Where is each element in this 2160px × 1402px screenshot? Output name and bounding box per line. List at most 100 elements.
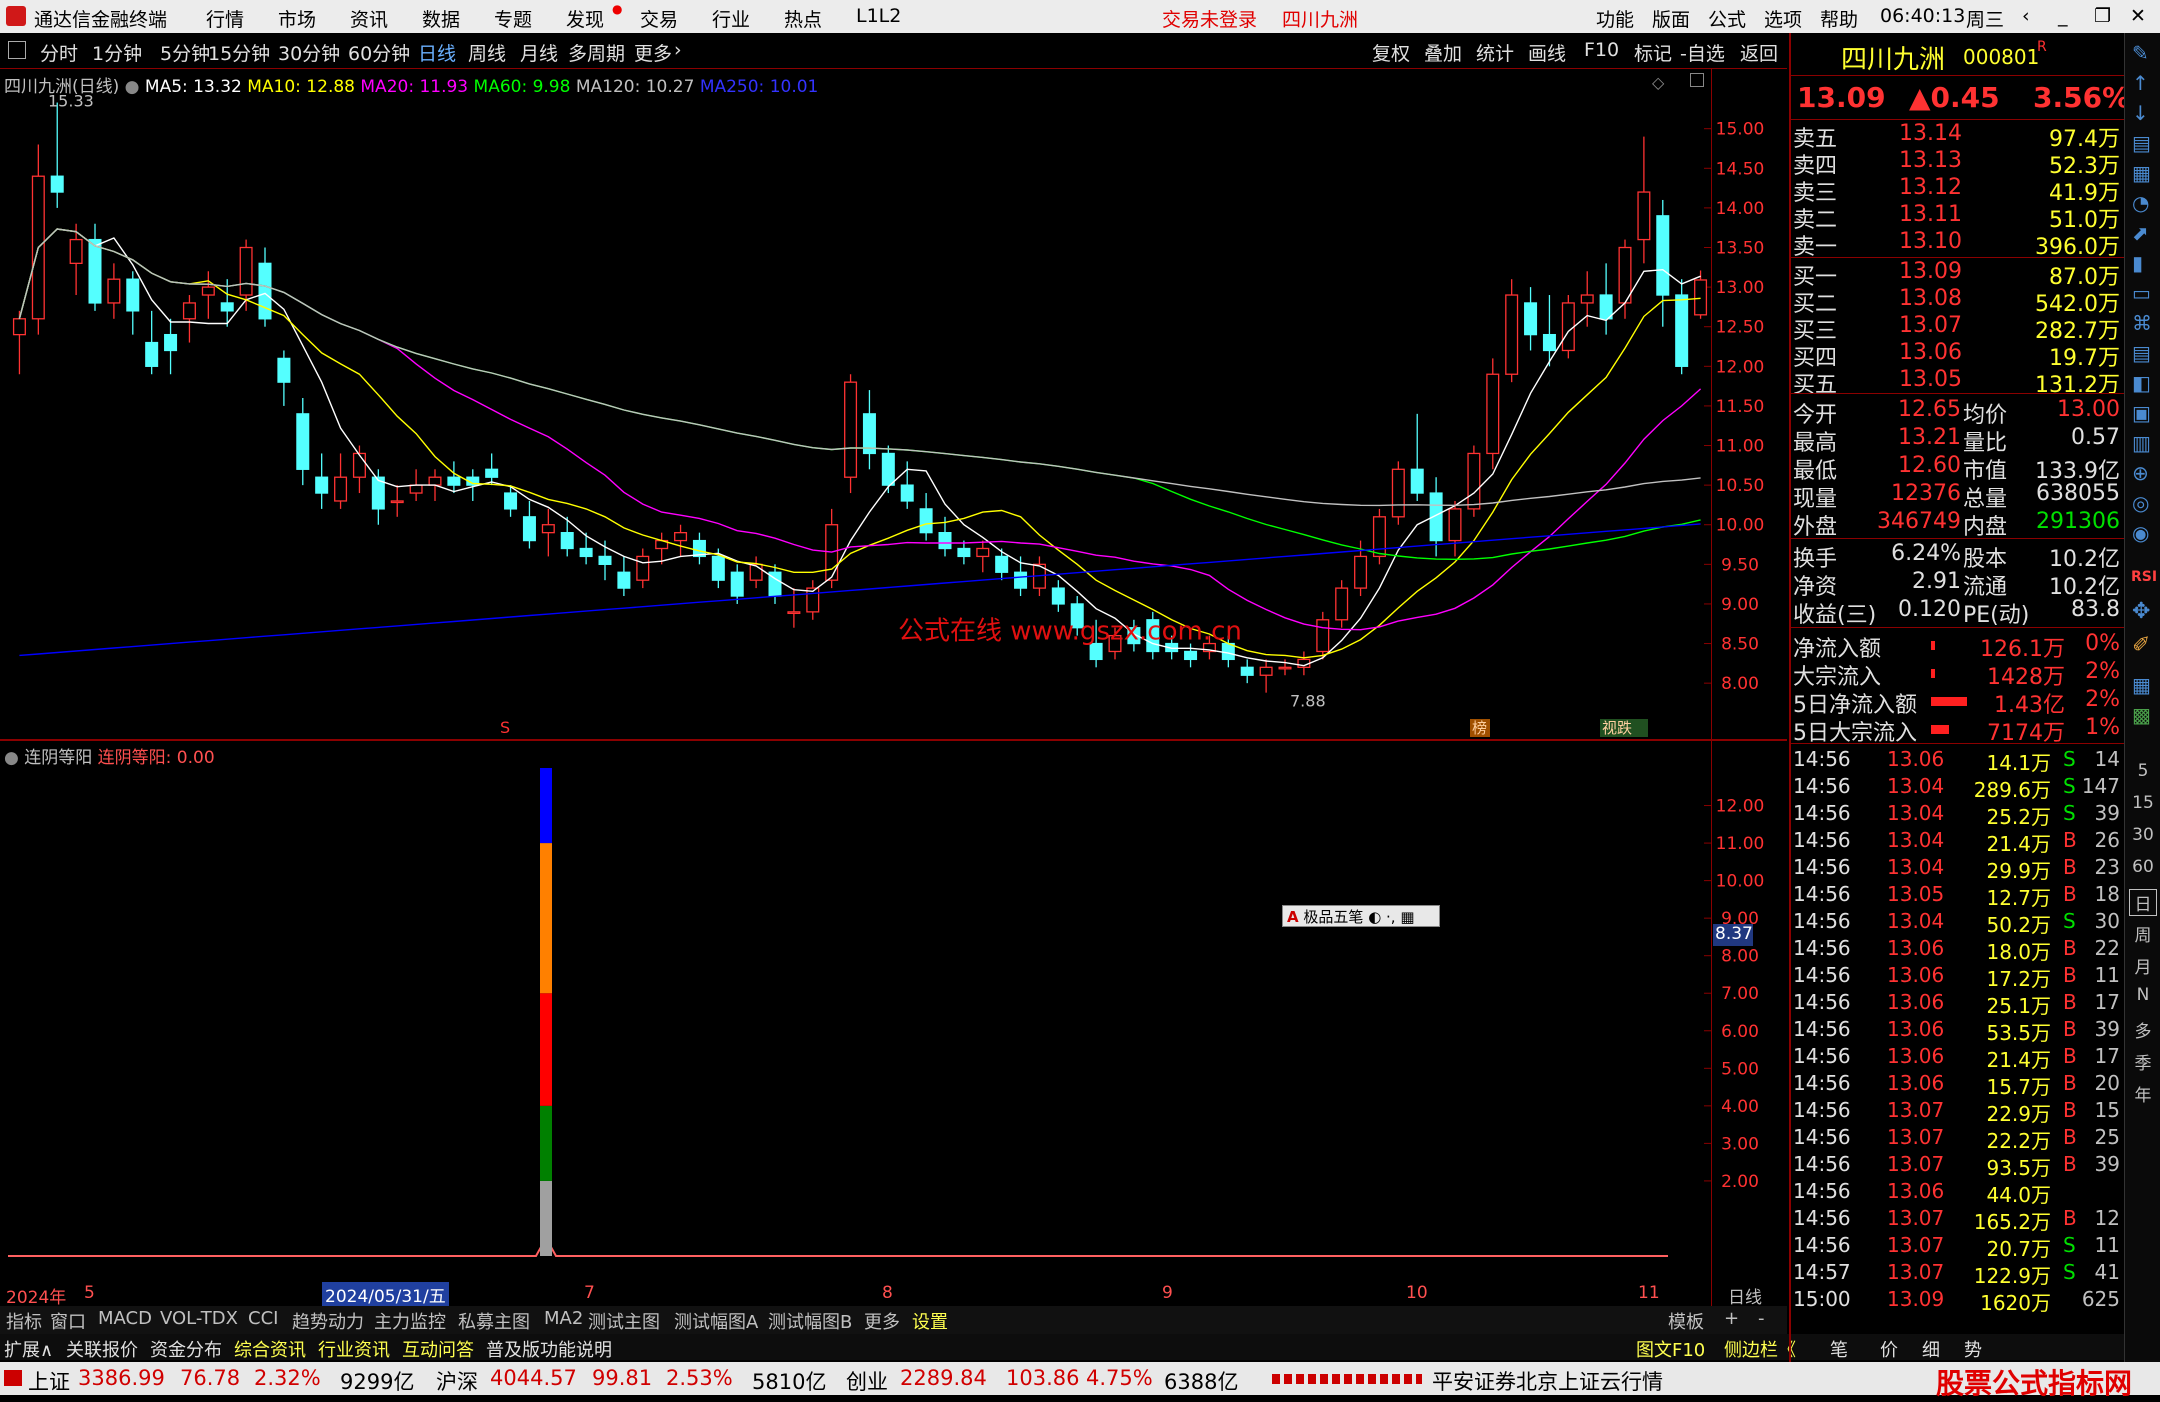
side-tool-icon[interactable]: ↓ (2132, 101, 2149, 125)
period-30min[interactable]: 30分钟 (278, 39, 340, 66)
tool-tongji[interactable]: 统计 (1476, 39, 1514, 66)
menu-jiaoyi[interactable]: 交易 (640, 5, 678, 32)
period-5min[interactable]: 5分钟 (160, 39, 210, 66)
bang-tag[interactable]: 榜 (1472, 719, 1487, 737)
menu-shichang[interactable]: 市场 (278, 5, 316, 32)
sz-label[interactable]: 沪深 (436, 1366, 478, 1396)
side-tool-icon[interactable]: ▥ (2132, 431, 2151, 455)
tab-settings[interactable]: 设置 (912, 1308, 948, 1334)
tool-f10[interactable]: F10 (1584, 39, 1619, 61)
tab-macd[interactable]: MACD (98, 1308, 152, 1329)
tab-hudong[interactable]: 互动问答 (402, 1336, 474, 1362)
menu-zixun[interactable]: 资讯 (350, 5, 388, 32)
tab-more[interactable]: 更多 (864, 1308, 900, 1334)
menu-banmian[interactable]: 版面 (1652, 5, 1690, 32)
tab-f10[interactable]: 图文F10 (1636, 1336, 1705, 1362)
side-tool-icon[interactable]: ⊕ (2132, 461, 2149, 485)
broker-label[interactable]: 平安证券北京上证云行情 (1432, 1366, 1663, 1396)
tab-ceshi-main[interactable]: 测试主图 (588, 1308, 660, 1334)
side-tool-icon[interactable]: ⬈ (2132, 221, 2149, 245)
bids-price[interactable]: 13.08 (1899, 286, 1962, 311)
tab-simu[interactable]: 私募主图 (458, 1308, 530, 1334)
tab-hangye[interactable]: 行业资讯 (318, 1336, 390, 1362)
menu-hangye[interactable]: 行业 (712, 5, 750, 32)
tab-ceshi-b[interactable]: 测试幅图B (768, 1308, 852, 1334)
side-period-9[interactable]: 季 (2129, 1049, 2157, 1074)
ime-a-icon[interactable]: A (1287, 908, 1299, 926)
indicator-dot-icon[interactable]: ● (4, 748, 19, 768)
menu-gongshi[interactable]: 公式 (1708, 5, 1746, 32)
bids-price[interactable]: 13.06 (1899, 340, 1962, 365)
side-tool-icon[interactable]: ▭ (2132, 281, 2151, 305)
tab-puji[interactable]: 普及版功能说明 (486, 1336, 612, 1362)
period-weekly[interactable]: 周线 (468, 39, 506, 66)
menu-redian[interactable]: 热点 (784, 5, 822, 32)
asks-price[interactable]: 13.12 (1899, 175, 1962, 200)
tab-add[interactable]: + (1724, 1308, 1739, 1329)
side-tool-icon[interactable]: ⌘ (2132, 311, 2152, 335)
side-period-2[interactable]: 30 (2129, 825, 2157, 845)
pen-icon[interactable]: ✐ (2132, 633, 2150, 658)
side-tool-icon[interactable]: ◉ (2132, 521, 2149, 545)
period-60min[interactable]: 60分钟 (348, 39, 410, 66)
side-period-6[interactable]: 月 (2129, 953, 2157, 978)
side-tool-icon[interactable]: ◧ (2132, 371, 2151, 395)
side-period-10[interactable]: 年 (2129, 1081, 2157, 1106)
side-period-1[interactable]: 15 (2129, 793, 2157, 813)
tab-sidebar[interactable]: 侧边栏《 (1724, 1336, 1796, 1362)
side-period-8[interactable]: 多 (2129, 1017, 2157, 1042)
asks-price[interactable]: 13.14 (1899, 121, 1962, 146)
period-1min[interactable]: 1分钟 (92, 39, 142, 66)
tab-zonghe[interactable]: 综合资讯 (234, 1336, 306, 1362)
diamond-icon[interactable]: ◇ (1652, 73, 1664, 92)
menu-xuanxiang[interactable]: 选项 (1764, 5, 1802, 32)
move-icon[interactable]: ✥ (2132, 599, 2150, 624)
rsi-icon[interactable]: RSI (2131, 569, 2157, 585)
tab-guanlian[interactable]: 关联报价 (66, 1336, 138, 1362)
menu-zhuanti[interactable]: 专题 (494, 5, 532, 32)
tab-zhuli[interactable]: 主力监控 (374, 1308, 446, 1334)
period-multi[interactable]: 多周期 (568, 39, 625, 66)
side-period-7[interactable]: N (2129, 985, 2157, 1005)
period-monthly[interactable]: 月线 (520, 39, 558, 66)
restore-icon[interactable]: ❐ (2094, 5, 2111, 27)
kline-panel[interactable]: 15.00 14.50 14.00 13.50 13.00 12.50 12.00 11.50… (0, 69, 1787, 739)
tool-fuquan[interactable]: 复权 (1372, 39, 1410, 66)
tab-ceshi-a[interactable]: 测试幅图A (674, 1308, 758, 1334)
side-period-5[interactable]: 周 (2129, 921, 2157, 946)
tool-zixuan[interactable]: -自选 (1680, 39, 1725, 66)
side-tool-icon[interactable]: ▤ (2132, 341, 2151, 365)
back-arrow-icon[interactable]: ‹ (2022, 5, 2030, 27)
excel-icon[interactable]: ▦ (2132, 673, 2151, 697)
ime-toolbar[interactable]: A 极品五笔 ◐ ·, ▦ (1282, 905, 1440, 927)
expand-icon[interactable] (1690, 73, 1704, 87)
tool-diejia[interactable]: 叠加 (1424, 39, 1462, 66)
tab-template[interactable]: 模板 (1668, 1308, 1704, 1334)
tab-cci[interactable]: CCI (248, 1308, 278, 1329)
menu-hangqing[interactable]: 行情 (206, 5, 244, 32)
menu-shuju[interactable]: 数据 (422, 5, 460, 32)
login-status[interactable]: 交易未登录 (1162, 5, 1257, 32)
menu-gongneng[interactable]: 功能 (1596, 5, 1634, 32)
tab-zhibiao[interactable]: 指标 (6, 1308, 42, 1334)
side-period-0[interactable]: 5 (2129, 761, 2157, 781)
period-15min[interactable]: 15分钟 (208, 39, 270, 66)
export-icon[interactable]: ▩ (2132, 703, 2151, 727)
minimize-icon[interactable]: _ (2058, 5, 2068, 27)
side-tool-icon[interactable]: ▤ (2132, 131, 2151, 155)
period-more[interactable]: 更多 (634, 39, 672, 66)
side-tool-icon[interactable]: ✎ (2132, 41, 2149, 65)
panel-toggle-icon[interactable] (8, 41, 26, 59)
indicator-chart[interactable]: 12.0011.0010.009.008.007.006.005.004.003… (0, 740, 1787, 1270)
side-tool-icon[interactable]: ↑ (2132, 71, 2149, 95)
jg-tag[interactable]: 视跌 (1602, 719, 1632, 737)
tab-vol-tdx[interactable]: VOL-TDX (160, 1308, 238, 1329)
tab-chuangkou[interactable]: 窗口 (50, 1308, 86, 1334)
tab-ma2[interactable]: MA2 (544, 1308, 583, 1329)
tab-remove[interactable]: - (1758, 1308, 1765, 1329)
side-tool-icon[interactable]: ▮ (2132, 251, 2143, 275)
ime-moon-icon[interactable]: ◐ ·, ▦ (1368, 908, 1414, 926)
bids-price[interactable]: 13.07 (1899, 313, 1962, 338)
indicator-panel[interactable]: 12.00 11.00 10.00 9.00 8.00 7.00 6.00 5.00 4.00 3… (0, 740, 1787, 1270)
side-tool-icon[interactable]: ▣ (2132, 401, 2151, 425)
